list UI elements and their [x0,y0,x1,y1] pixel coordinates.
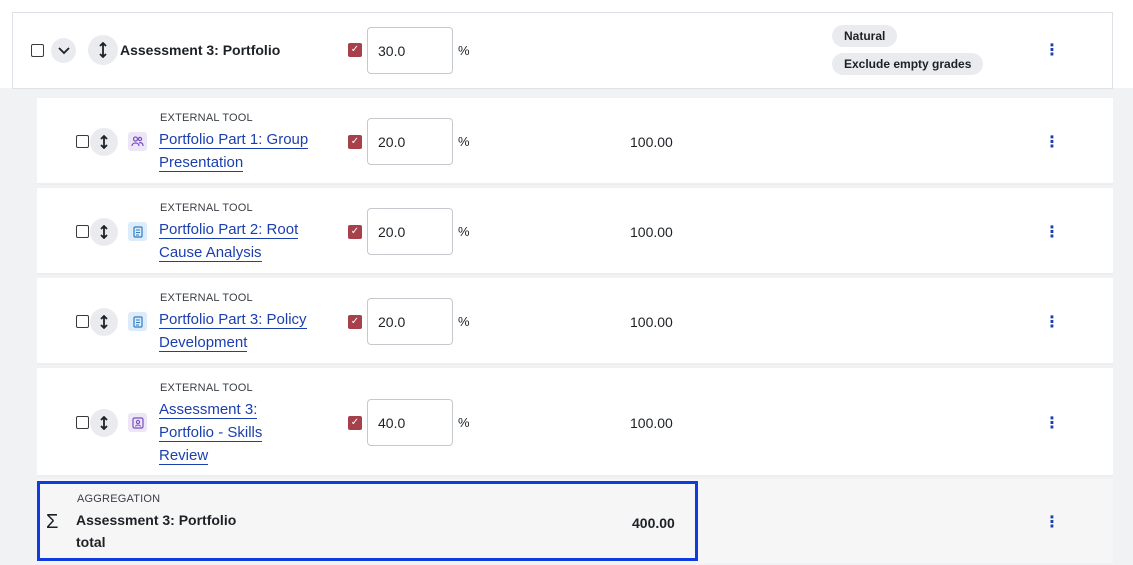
category-weight-checkbox[interactable]: ✓ [348,43,362,57]
category-select-checkbox[interactable] [31,44,44,57]
item-weight-input[interactable]: 20.0 [367,298,453,345]
item-select-checkbox[interactable] [76,315,89,328]
collapse-button[interactable] [51,38,76,63]
document-icon [128,312,147,331]
category-move-handle[interactable] [88,35,118,65]
aggregation-actions-menu[interactable]: ⋮ [1044,512,1060,532]
aggregation-title-line: total [76,534,106,550]
item-name-line: Portfolio Part 1: Group [159,131,309,149]
item-move-handle[interactable] [90,409,118,437]
item-weight-checkbox[interactable]: ✓ [348,315,362,329]
item-weight-checkbox[interactable]: ✓ [348,416,362,430]
item-select-checkbox[interactable] [76,225,89,238]
group-icon [128,132,147,151]
aggregation-title: Assessment 3: Portfolio total [76,509,276,553]
item-actions-menu[interactable]: ⋮ [1044,132,1060,152]
item-max-grade: 100.00 [630,314,673,330]
item-percent-sign: % [458,134,470,149]
item-name-line: Cause Analysis [159,244,262,262]
item-type-label: EXTERNAL TOOL [160,202,253,214]
item-max-grade: 100.00 [630,224,673,240]
item-max-grade: 100.00 [630,134,673,150]
item-weight-input[interactable]: 20.0 [367,118,453,165]
exclude-empty-badge: Exclude empty grades [832,53,984,75]
aggregation-type-label: AGGREGATION [77,493,161,505]
item-move-handle[interactable] [90,218,118,246]
aggregation-title-line: Assessment 3: Portfolio [76,512,237,528]
chevron-down-icon [57,46,70,54]
move-arrows-icon [100,416,108,430]
category-weight-input[interactable]: 30.0 [367,27,453,74]
item-max-grade: 100.00 [630,415,673,431]
item-select-checkbox[interactable] [76,135,89,148]
item-weight-checkbox[interactable]: ✓ [348,225,362,239]
move-arrows-icon [100,135,108,149]
category-title: Assessment 3: Portfolio [120,42,281,58]
item-actions-menu[interactable]: ⋮ [1044,413,1060,433]
item-name-line: Development [159,334,248,352]
aggregation-total: 400.00 [632,515,675,531]
item-name-line: Portfolio Part 3: Policy [159,311,307,329]
item-name-line: Review [159,447,209,465]
move-arrows-icon [99,42,107,58]
move-arrows-icon [100,315,108,329]
document-icon [128,222,147,241]
check-icon: ✓ [350,136,360,147]
check-icon: ✓ [350,226,360,237]
item-move-handle[interactable] [90,128,118,156]
grade-item-link[interactable]: Portfolio Part 3: Policy Development [159,308,307,354]
check-icon: ✓ [350,44,360,55]
sigma-icon: Σ [46,511,59,533]
item-percent-sign: % [458,314,470,329]
move-arrows-icon [100,225,108,239]
item-select-checkbox[interactable] [76,416,89,429]
item-type-label: EXTERNAL TOOL [160,112,253,124]
item-name-line: Portfolio Part 2: Root [159,221,299,239]
item-name-line: Portfolio - Skills [159,424,263,442]
grade-item-link[interactable]: Portfolio Part 1: Group Presentation [159,128,309,174]
profile-card-icon [128,413,147,432]
category-percent-sign: % [458,43,470,58]
item-percent-sign: % [458,224,470,239]
item-move-handle[interactable] [90,308,118,336]
grade-item-link[interactable]: Portfolio Part 2: Root Cause Analysis [159,218,299,264]
aggregation-badge: Natural [832,25,898,47]
item-percent-sign: % [458,415,470,430]
item-name-line: Presentation [159,154,244,172]
item-actions-menu[interactable]: ⋮ [1044,222,1060,242]
item-actions-menu[interactable]: ⋮ [1044,312,1060,332]
item-type-label: EXTERNAL TOOL [160,292,253,304]
item-weight-checkbox[interactable]: ✓ [348,135,362,149]
item-type-label: EXTERNAL TOOL [160,382,253,394]
item-weight-input[interactable]: 40.0 [367,399,453,446]
check-icon: ✓ [350,316,360,327]
item-name-line: Assessment 3: [159,401,258,419]
gradebook-setup: Assessment 3: Portfolio ✓ 30.0 % Natural… [0,0,1133,565]
item-weight-input[interactable]: 20.0 [367,208,453,255]
category-actions-menu[interactable]: ⋮ [1044,40,1060,60]
grade-item-link[interactable]: Assessment 3: Portfolio - Skills Review [159,398,263,467]
check-icon: ✓ [350,417,360,428]
